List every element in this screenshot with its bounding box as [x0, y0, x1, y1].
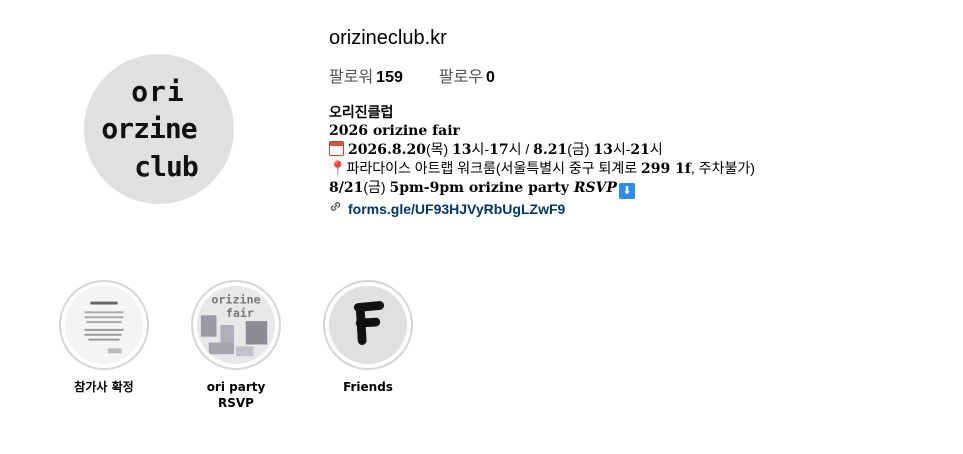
bio-venue-a: 파라다이스 아트랩 워크룸(서울특별시 중구 퇴계로	[346, 160, 642, 176]
bio-external-link[interactable]: forms.gle/UF93HJVyRbUgLZwF9	[348, 200, 565, 218]
svg-text:fair: fair	[226, 306, 254, 320]
highlight-friends[interactable]: Friends	[320, 280, 416, 411]
bio-time-2-suffix: 시	[649, 141, 663, 157]
bio-venue-c: , 주차불가)	[690, 160, 755, 176]
followers-stat[interactable]: 팔로워 159	[329, 68, 403, 88]
bio-party-text: 5pm-9pm orizine party	[389, 180, 574, 196]
followers-count: 159	[376, 69, 403, 86]
bio-time-1-sep: 시-	[471, 141, 490, 157]
calendar-icon	[329, 141, 344, 156]
bio-line-party: 8/21(금) 5pm-9pm orizine party RSVP ⬇	[329, 178, 949, 199]
followers-label: 팔로워	[329, 69, 374, 86]
letter-f-thumbnail-icon	[329, 286, 407, 364]
highlight-label: 참가사 확정	[74, 380, 134, 394]
bio-party-rsvp: RSVP	[573, 180, 617, 196]
bio-day-1: (목)	[425, 141, 453, 157]
profile-bio: 오리진클럽 2026 orizine fair 2026.8.20(목) 13시…	[329, 104, 949, 199]
highlight-participants[interactable]: 참가사 확정	[56, 280, 152, 411]
svg-text:orizine: orizine	[211, 293, 260, 307]
bio-time-2-end: 21	[630, 142, 650, 158]
bio-time-1-start: 13	[452, 142, 472, 158]
down-arrow-icon: ⬇	[618, 183, 635, 199]
highlight-ring	[323, 280, 413, 370]
bio-time-2-sep: 시-	[612, 141, 631, 157]
highlight-label: Friends	[343, 380, 393, 394]
bio-venue-b: 299 1f	[641, 161, 691, 177]
story-highlights: 참가사 확정 orizine fair ori party RSVP Frien…	[56, 280, 452, 411]
orizine-club-logo-icon: ori orzine club	[101, 75, 198, 183]
profile-avatar[interactable]: ori orzine club	[84, 54, 234, 204]
bio-date-1: 2026.8.20	[348, 142, 426, 158]
bio-time-2-start: 13	[593, 142, 613, 158]
link-icon	[329, 200, 342, 218]
document-thumbnail-icon	[65, 286, 143, 364]
bio-date-2: 8.21	[533, 142, 568, 158]
bio-day-2: (금)	[567, 141, 594, 157]
bio-time-1-end: 17	[489, 142, 509, 158]
highlight-label: ori party RSVP	[206, 380, 266, 410]
bio-link-row: forms.gle/UF93HJVyRbUgLZwF9	[329, 200, 949, 218]
following-label: 팔로우	[438, 69, 484, 86]
highlight-ring	[59, 280, 149, 370]
profile-stats: 팔로워 159 팔로우 0	[329, 68, 949, 88]
bio-party-day: (금)	[363, 179, 390, 195]
svg-text:orzine: orzine	[101, 112, 196, 145]
profile-header: orizineclub.kr 팔로워 159 팔로우 0 오리진클럽 2026 or…	[329, 26, 949, 218]
bio-line-fair: 2026 orizine fair	[329, 123, 460, 139]
profile-username[interactable]: orizineclub.kr	[329, 26, 949, 50]
bio-line-venue: 📍파라다이스 아트랩 워크룸(서울특별시 중구 퇴계로 299 1f, 주차불가…	[329, 159, 949, 178]
svg-text:club: club	[134, 150, 198, 183]
bio-line-dates: 2026.8.20(목) 13시-17시 / 8.21(금) 13시-21시	[329, 140, 949, 159]
bio-party-date: 8/21	[329, 180, 364, 196]
pin-icon: 📍	[329, 160, 347, 176]
highlight-party-rsvp[interactable]: orizine fair ori party RSVP	[188, 280, 284, 411]
orizine-fair-thumbnail-icon: orizine fair	[197, 286, 275, 364]
following-count: 0	[486, 69, 495, 86]
following-stat[interactable]: 팔로우 0	[439, 68, 495, 88]
highlight-ring: orizine fair	[191, 280, 281, 370]
bio-time-1-suffix: 시 /	[508, 141, 534, 157]
bio-name: 오리진클럽	[329, 105, 394, 121]
svg-text:ori: ori	[131, 75, 185, 108]
